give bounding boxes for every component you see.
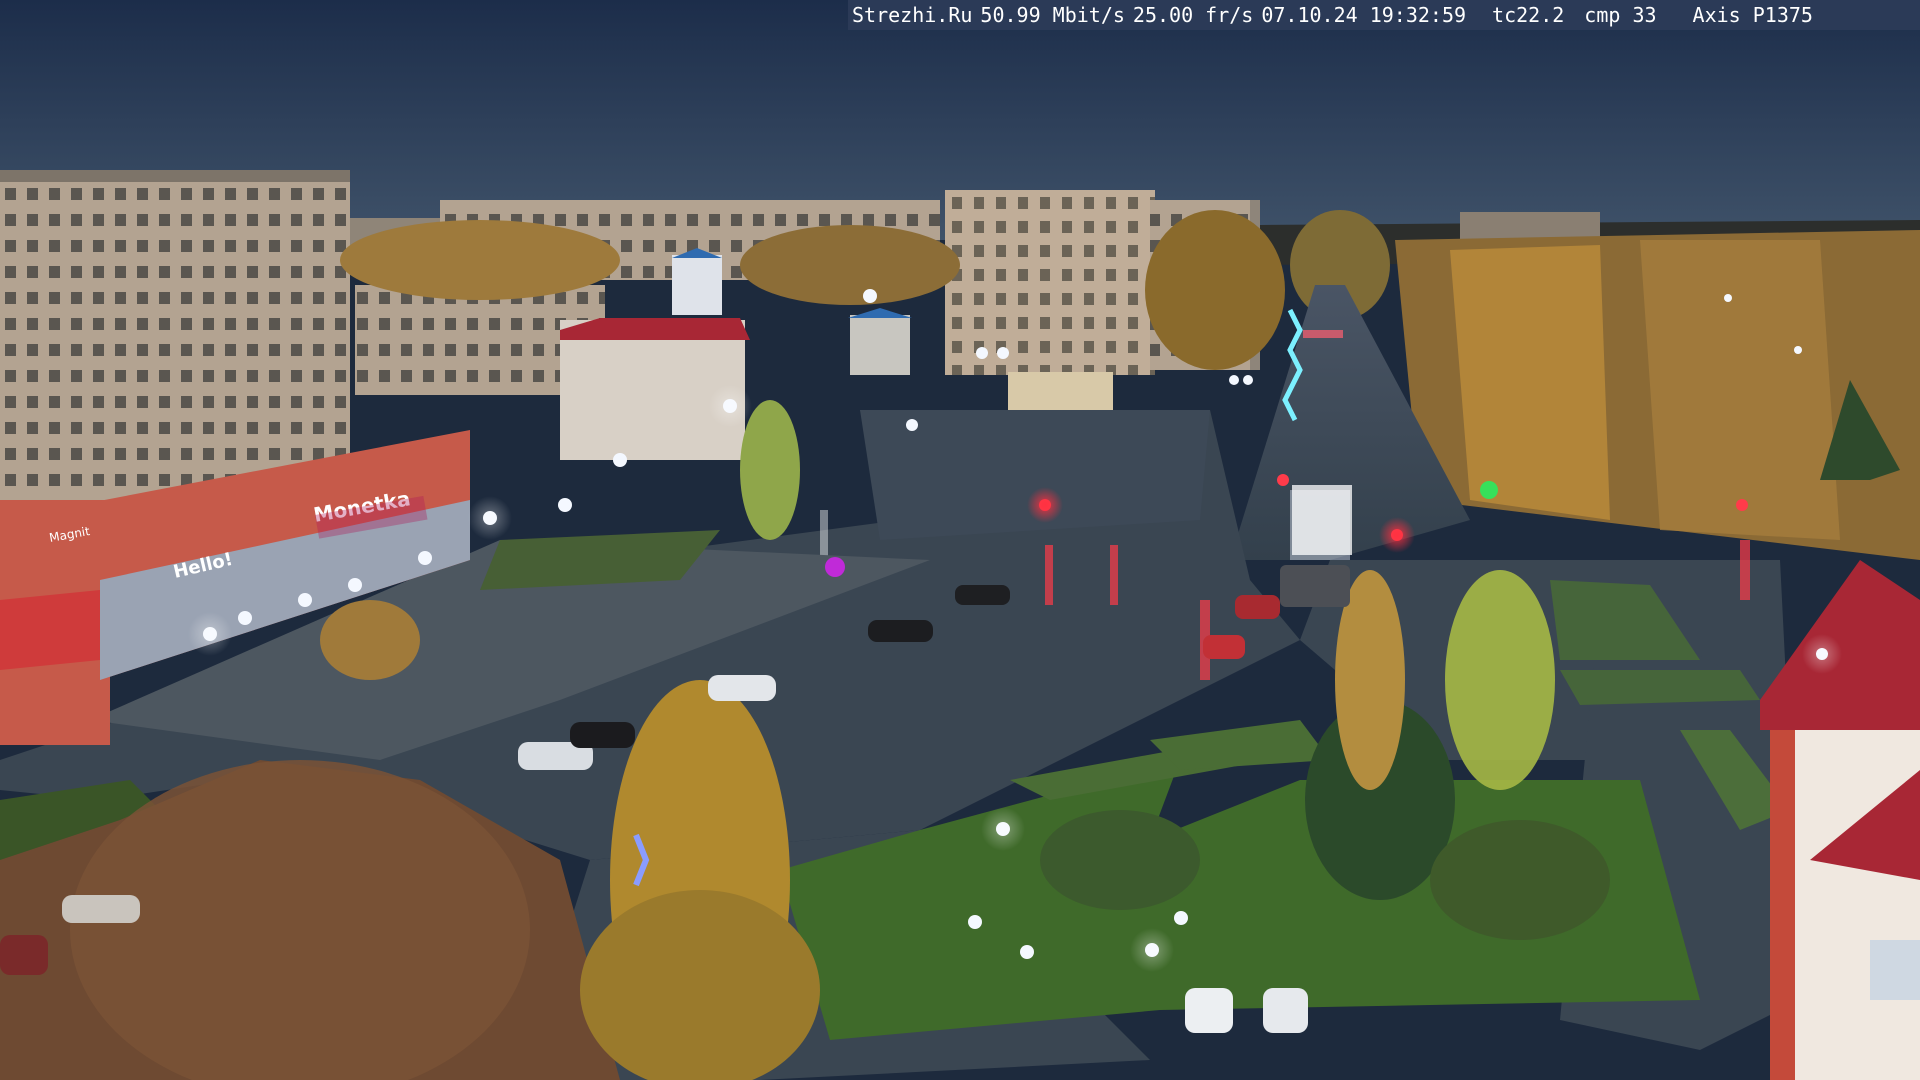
framerate-value: 25.00 fr/s <box>1132 3 1254 27</box>
tc-value: tc22.2 <box>1492 3 1565 27</box>
site-label: Strezhi.Ru <box>852 3 973 27</box>
right-red-building <box>1760 560 1920 1080</box>
birch-forest-right <box>1395 230 1920 560</box>
camera-model: Axis P1375 <box>1692 3 1813 27</box>
cmp-value: cmp 33 <box>1584 3 1657 27</box>
datetime-value: 07.10.24 19:32:59 <box>1261 3 1467 27</box>
camera-info-overlay: Strezhi.Ru 50.99 Mbit/s 25.00 fr/s 07.10… <box>848 0 1920 30</box>
webcam-frame: Monetka Hello! Magnit Strezhi.Ru 50.99 M… <box>0 0 1920 1080</box>
bitrate-value: 50.99 Mbit/s <box>980 3 1125 27</box>
street-scene: Monetka Hello! Magnit <box>0 0 1920 1080</box>
